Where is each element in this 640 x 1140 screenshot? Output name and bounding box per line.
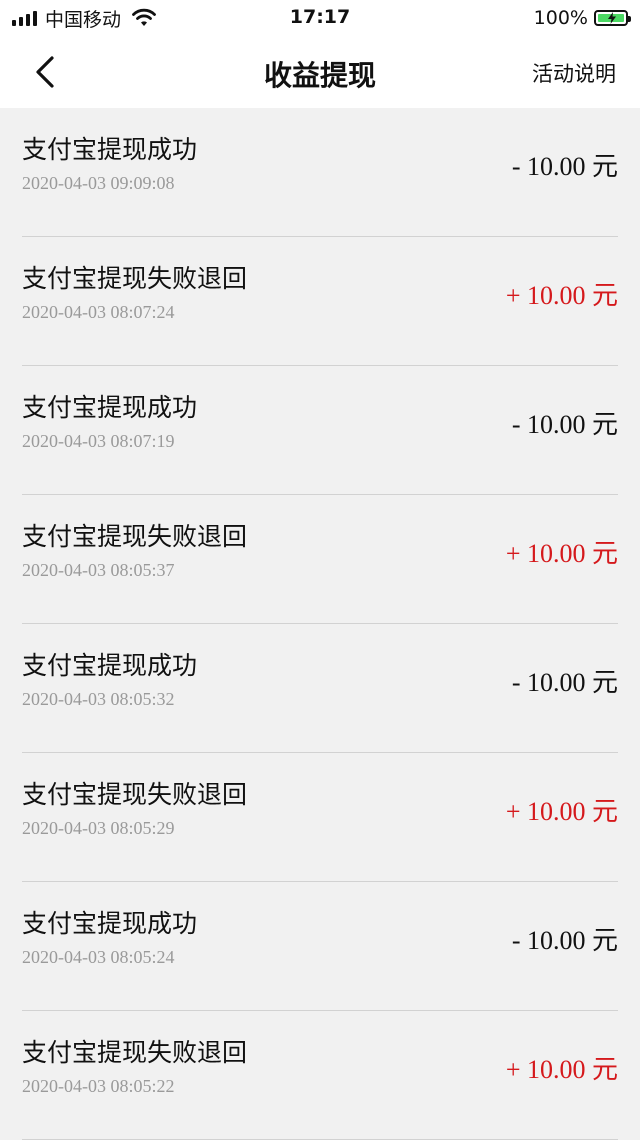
record-time: 2020-04-03 08:05:37: [22, 560, 175, 580]
list-item: 支付宝提现成功 2020-04-03 09:09:08 - 10.00 元: [22, 108, 618, 237]
list-item: 支付宝提现失败退回 2020-04-03 08:05:37 + 10.00 元: [22, 495, 618, 624]
withdrawal-list: 支付宝提现成功 2020-04-03 09:09:08 - 10.00 元 支付…: [0, 108, 640, 1140]
record-amount: - 10.00 元: [511, 152, 618, 181]
record-title: 支付宝提现失败退回: [22, 1038, 248, 1067]
record-amount: - 10.00 元: [511, 410, 618, 439]
record-title: 支付宝提现成功: [22, 393, 198, 422]
record-amount: - 10.00 元: [511, 926, 618, 955]
status-right: 100%: [533, 6, 631, 30]
record-time: 2020-04-03 08:05:24: [22, 947, 175, 967]
record-time: 2020-04-03 09:09:08: [22, 173, 175, 193]
record-title: 支付宝提现失败退回: [22, 780, 248, 809]
record-title: 支付宝提现成功: [22, 651, 198, 680]
record-amount: - 10.00 元: [511, 668, 618, 697]
list-item: 支付宝提现成功 2020-04-03 08:05:32 - 10.00 元: [22, 624, 618, 753]
record-time: 2020-04-03 08:07:19: [22, 431, 175, 451]
battery-percent: 100%: [533, 7, 588, 29]
list-item: 支付宝提现成功 2020-04-03 08:07:19 - 10.00 元: [22, 366, 618, 495]
nav-bar: 收益提现 活动说明: [0, 36, 640, 108]
record-title: 支付宝提现成功: [22, 135, 198, 164]
record-time: 2020-04-03 08:05:32: [22, 689, 175, 709]
record-time: 2020-04-03 08:07:24: [22, 302, 175, 322]
battery-icon: [594, 10, 631, 26]
record-amount: + 10.00 元: [505, 539, 618, 568]
activity-rules-link[interactable]: 活动说明: [532, 58, 616, 88]
list-item: 支付宝提现失败退回 2020-04-03 08:05:29 + 10.00 元: [22, 753, 618, 882]
record-amount: + 10.00 元: [505, 281, 618, 310]
record-amount: + 10.00 元: [505, 797, 618, 826]
list-item: 支付宝提现失败退回 2020-04-03 08:05:22 + 10.00 元: [22, 1011, 618, 1140]
record-time: 2020-04-03 08:05:29: [22, 818, 175, 838]
record-title: 支付宝提现成功: [22, 909, 198, 938]
list-item: 支付宝提现成功 2020-04-03 08:05:24 - 10.00 元: [22, 882, 618, 1011]
status-bar: 中国移动 17:17 100%: [0, 0, 640, 36]
record-amount: + 10.00 元: [505, 1055, 618, 1084]
list-item: 支付宝提现失败退回 2020-04-03 08:07:24 + 10.00 元: [22, 237, 618, 366]
record-time: 2020-04-03 08:05:22: [22, 1076, 175, 1096]
record-title: 支付宝提现失败退回: [22, 522, 248, 551]
record-title: 支付宝提现失败退回: [22, 264, 248, 293]
